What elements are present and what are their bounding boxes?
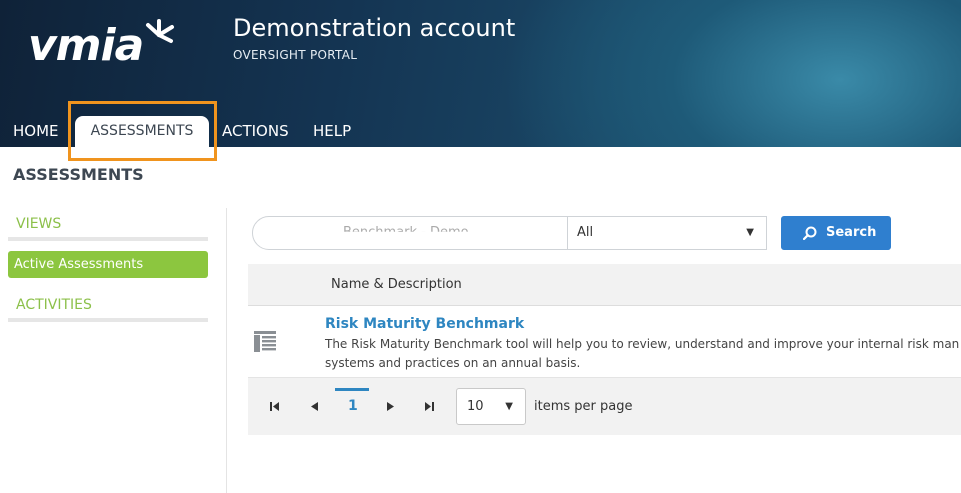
first-page-icon[interactable] bbox=[270, 402, 279, 411]
account-subtitle: OVERSIGHT PORTAL bbox=[233, 48, 358, 62]
chevron-down-icon: ▼ bbox=[505, 401, 513, 412]
assessment-description-line: The Risk Maturity Benchmark tool will he… bbox=[325, 337, 960, 351]
search-icon bbox=[803, 226, 817, 240]
last-page-icon[interactable] bbox=[425, 402, 434, 411]
table-row[interactable]: Risk Maturity Benchmark The Risk Maturit… bbox=[248, 306, 961, 378]
assessment-title-link[interactable]: Risk Maturity Benchmark bbox=[325, 316, 524, 332]
assessment-description-line: systems and practices on an annual basis… bbox=[325, 356, 581, 370]
filter-select[interactable]: All ▼ bbox=[567, 216, 767, 250]
sidebar-item-active-assessments[interactable]: Active Assessments bbox=[8, 251, 208, 278]
grid-header: Name & Description bbox=[248, 264, 961, 306]
main-nav: HOME ASSESSMENTS ACTIONS HELP bbox=[0, 116, 961, 147]
search-input-value: Benchmark - Demo bbox=[343, 225, 469, 240]
previous-page-icon[interactable] bbox=[311, 402, 318, 411]
sidebar-views-heading[interactable]: VIEWS bbox=[16, 216, 61, 232]
nav-home[interactable]: HOME bbox=[13, 116, 59, 147]
page-size-value: 10 bbox=[467, 399, 484, 414]
sidebar-divider bbox=[8, 237, 208, 241]
assessment-description: The Risk Maturity Benchmark tool will he… bbox=[325, 335, 961, 373]
page-size-label: items per page bbox=[534, 399, 633, 414]
page-size-select[interactable]: 10 ▼ bbox=[456, 388, 526, 425]
filter-select-value: All bbox=[577, 225, 594, 240]
pager: 1 10 ▼ items per page bbox=[248, 378, 961, 435]
list-document-icon bbox=[254, 331, 276, 352]
page-title: ASSESSMENTS bbox=[13, 165, 144, 184]
search-button[interactable]: Search bbox=[781, 216, 891, 250]
sidebar-activities-heading[interactable]: ACTIVITIES bbox=[16, 297, 92, 313]
search-input[interactable]: Benchmark - Demo bbox=[252, 216, 568, 250]
page-number-button[interactable]: 1 bbox=[348, 398, 358, 414]
next-page-icon[interactable] bbox=[387, 402, 394, 411]
nav-actions[interactable]: ACTIONS bbox=[222, 116, 289, 147]
vmia-logo[interactable]: vmia bbox=[28, 18, 178, 76]
chevron-down-icon: ▼ bbox=[746, 227, 754, 238]
sidebar-divider bbox=[8, 318, 208, 322]
current-page-indicator bbox=[335, 388, 369, 391]
nav-assessments[interactable]: ASSESSMENTS bbox=[75, 116, 209, 147]
logo-text: vmia bbox=[28, 20, 144, 71]
search-button-label: Search bbox=[826, 225, 877, 240]
nav-help[interactable]: HELP bbox=[313, 116, 351, 147]
content-divider bbox=[226, 208, 227, 493]
column-header-name-description[interactable]: Name & Description bbox=[331, 277, 462, 292]
portal-header: vmia Demonstration account OVERSIGHT POR… bbox=[0, 0, 961, 147]
account-title: Demonstration account bbox=[233, 14, 516, 42]
logo-star-icon bbox=[146, 19, 174, 43]
